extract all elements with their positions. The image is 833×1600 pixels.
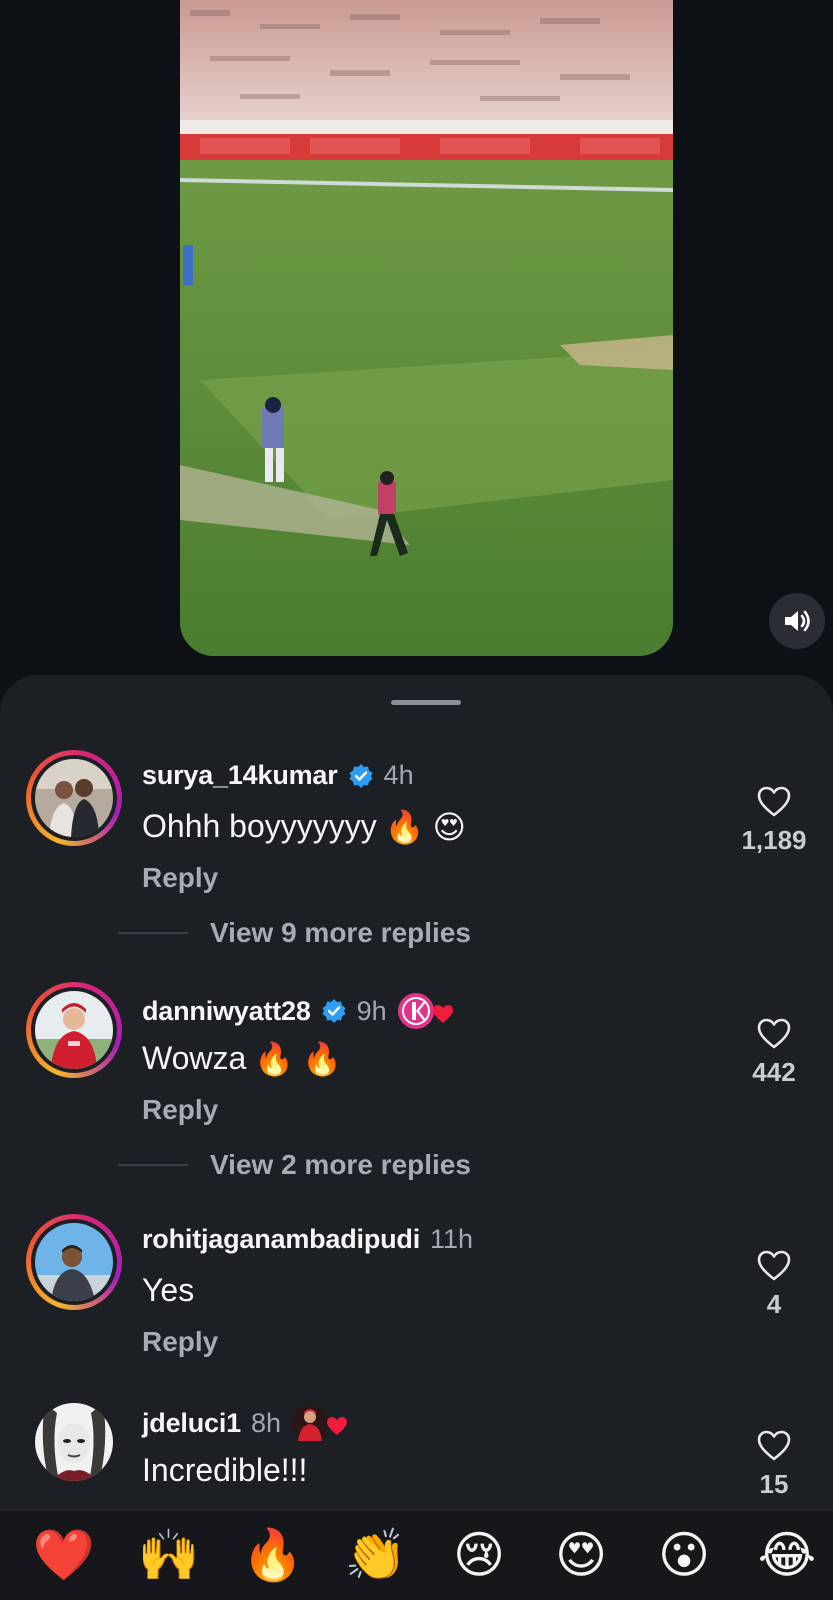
thread-line: [118, 932, 188, 934]
speaker-icon: [785, 610, 810, 632]
timestamp: 11h: [430, 1224, 474, 1254]
fire-emoji: 🔥: [384, 808, 425, 845]
like-heart-icon[interactable]: [757, 1250, 791, 1281]
team-badge-icon: [397, 993, 453, 1029]
reaction-clap-emoji[interactable]: 👏: [343, 1525, 409, 1585]
like-count: 4: [766, 1289, 782, 1319]
reply-button[interactable]: Reply: [142, 862, 218, 894]
reaction-surprised-emoji[interactable]: 😮: [651, 1525, 717, 1585]
comment-text: Incredible!!!: [142, 1452, 308, 1488]
username[interactable]: rohitjaganambadipudi: [142, 1224, 420, 1255]
reaction-heart-emoji[interactable]: ❤️: [31, 1525, 97, 1585]
comment-text: Ohhh boyyyyyyy 🔥 😍: [142, 808, 466, 845]
avatar: [35, 759, 113, 837]
reaction-heart-eyes-emoji[interactable]: 😍: [548, 1525, 614, 1585]
story-ring[interactable]: [26, 982, 122, 1078]
batter: [262, 397, 284, 482]
username[interactable]: surya_14kumar: [142, 760, 338, 791]
view-replies-button[interactable]: View 2 more replies: [118, 1149, 471, 1181]
video-player[interactable]: [180, 0, 673, 656]
reply-button[interactable]: Reply: [142, 1326, 218, 1358]
fielder-left: [183, 245, 193, 285]
comment-text: Yes: [142, 1272, 195, 1308]
story-ring[interactable]: [26, 1214, 122, 1310]
reaction-crying-emoji[interactable]: 😢: [446, 1525, 512, 1585]
fire-emoji: 🔥: [254, 1040, 295, 1077]
like-heart-icon[interactable]: [757, 1430, 791, 1461]
timestamp: 4h: [383, 760, 414, 790]
cricket-field-frame: [180, 0, 673, 656]
avatar: [35, 1223, 113, 1301]
verified-badge-icon: [349, 763, 373, 788]
reaction-raised-hands-emoji[interactable]: 🙌: [136, 1525, 202, 1585]
username[interactable]: danniwyatt28: [142, 996, 311, 1027]
avatar: [35, 1403, 113, 1481]
instagram-reel-comments-screen: surya_14kumar 4h Ohhh boyyyyyyy 🔥 😍 Repl…: [0, 0, 833, 1600]
sheet-drag-handle[interactable]: [391, 700, 461, 705]
sound-toggle-button[interactable]: [769, 593, 825, 649]
verified-badge-icon: [322, 999, 346, 1023]
timestamp: 9h: [356, 995, 387, 1026]
fire-emoji: 🔥: [302, 1040, 343, 1077]
reaction-laughing-emoji[interactable]: 😂: [754, 1525, 820, 1585]
comment-item: jdeluci1 8h Incredible!!! Reply 15: [0, 1394, 833, 1514]
like-heart-icon[interactable]: [757, 1018, 791, 1049]
username[interactable]: jdeluci1: [142, 1408, 241, 1439]
avatar: [35, 991, 113, 1069]
view-replies-button[interactable]: View 9 more replies: [118, 917, 471, 949]
comment-text: Wowza 🔥 🔥: [142, 1040, 343, 1077]
quick-reaction-bar: ❤️ 🙌 🔥 👏 😢 😍 😮 😂: [0, 1510, 833, 1600]
avatar-wrapper[interactable]: [26, 1394, 122, 1490]
reply-button[interactable]: Reply: [142, 1094, 218, 1126]
thread-line: [118, 1164, 188, 1166]
reaction-fire-emoji[interactable]: 🔥: [240, 1525, 306, 1585]
like-count: 15: [759, 1469, 789, 1499]
like-heart-icon[interactable]: [757, 786, 791, 817]
player-badge-icon: [292, 1405, 347, 1441]
like-count: 442: [752, 1057, 796, 1087]
heart-eyes-emoji: 😍: [432, 808, 466, 845]
timestamp: 8h: [250, 1407, 281, 1438]
like-count: 1,189: [741, 825, 807, 855]
comments-sheet: surya_14kumar 4h Ohhh boyyyyyyy 🔥 😍 Repl…: [0, 675, 833, 1600]
story-ring[interactable]: [26, 750, 122, 846]
